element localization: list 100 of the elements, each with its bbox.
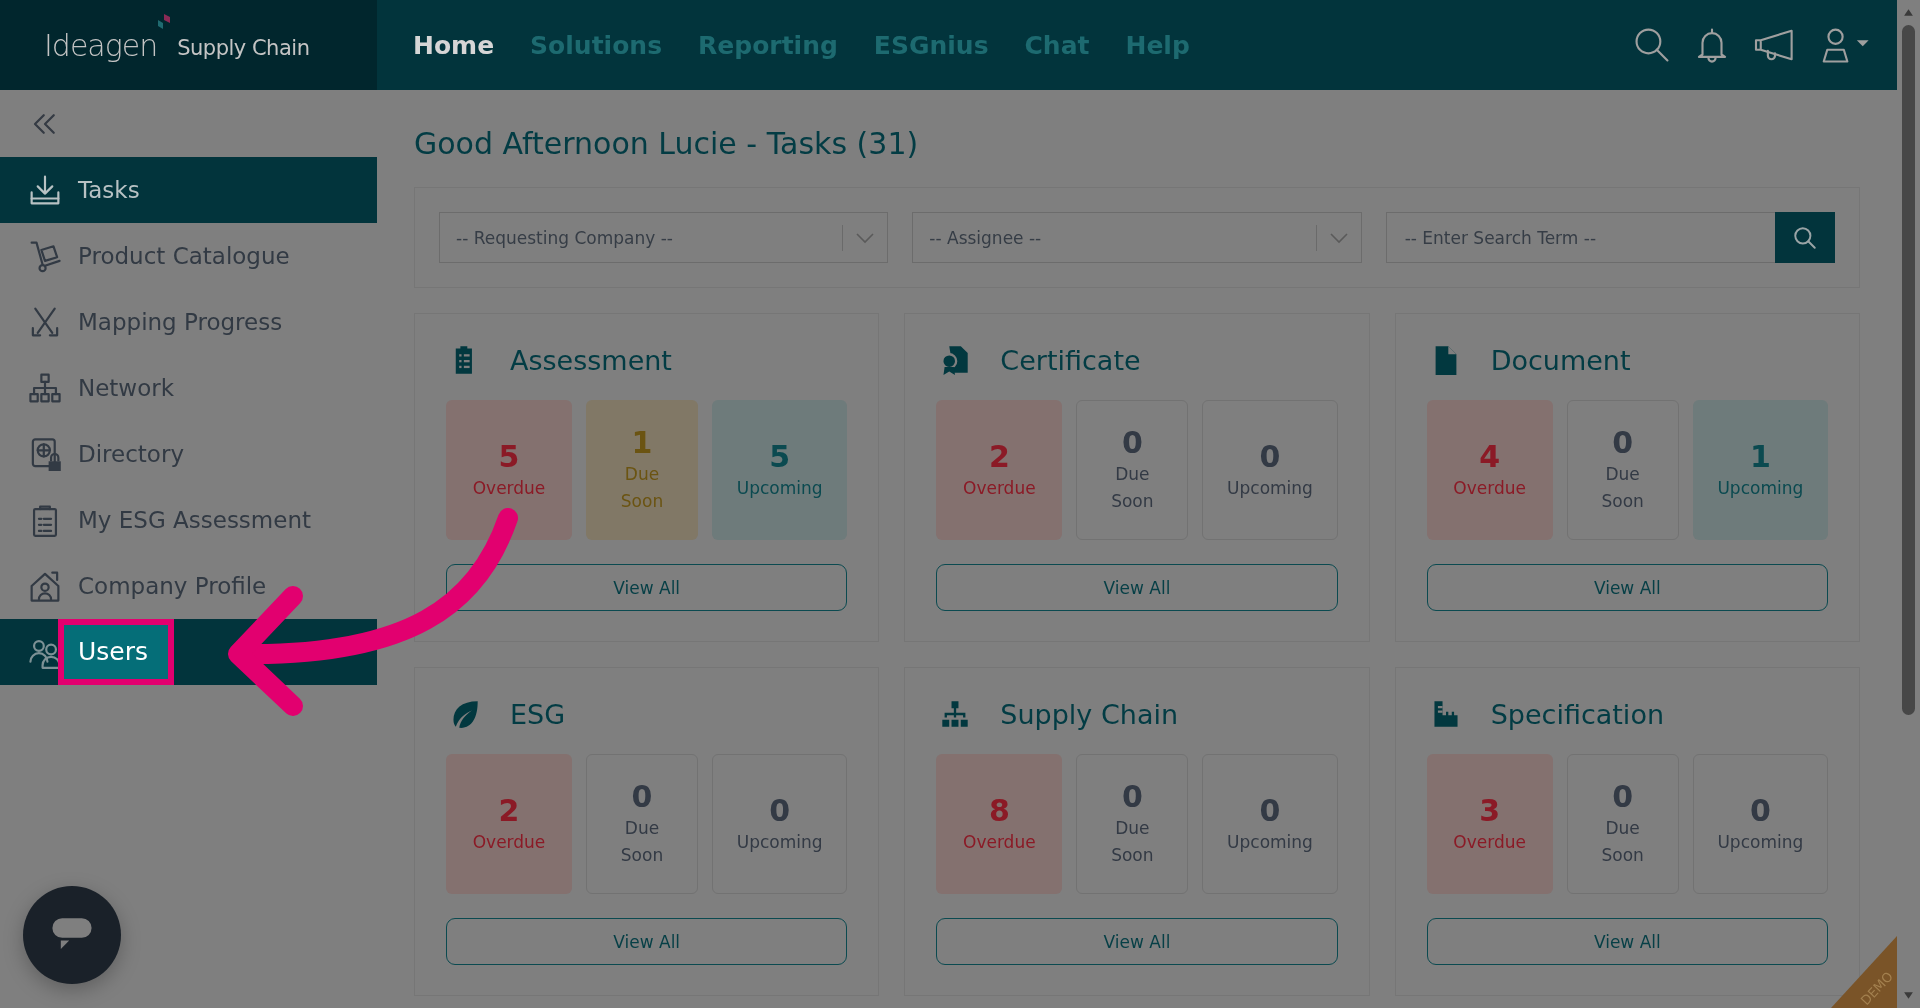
tile-count: 8 (988, 792, 1010, 829)
sidebar-label: Directory (78, 441, 184, 467)
logo-mark-icon (157, 14, 172, 30)
sidebar-item[interactable]: Mapping Progress (0, 289, 377, 355)
tile-label: Upcoming (1717, 830, 1804, 854)
card-title: Document (1490, 344, 1631, 376)
dropdown-value: -- Assignee -- (929, 227, 1043, 248)
tile-count: 1 (631, 425, 653, 461)
view-all-button[interactable]: View All (936, 564, 1338, 611)
tile-label: Overdue (1453, 476, 1526, 500)
tile-count: 0 (1612, 779, 1634, 815)
search-icon (1792, 224, 1818, 251)
dropdown-field[interactable]: -- Requesting Company -- (439, 212, 889, 263)
chevron-down-icon (1328, 231, 1349, 244)
view-all-button[interactable]: View All (936, 918, 1338, 965)
tile-count: 2 (498, 792, 520, 829)
search-field[interactable]: -- Enter Search Term -- (1385, 212, 1775, 263)
search-button[interactable] (1775, 212, 1835, 263)
count-tile[interactable]: 0 Due Soon (1076, 754, 1189, 894)
sidebar-label: Network (78, 375, 175, 401)
sidebar-item[interactable]: My ESG Assessment (0, 487, 377, 553)
tile-label: Overdue (963, 830, 1036, 854)
tile-count: 0 (1121, 425, 1143, 461)
tile-count: 5 (769, 438, 791, 475)
sidebar-label: Product Catalogue (78, 243, 290, 269)
count-tile[interactable]: 5 Overdue (446, 400, 572, 540)
tile-label: Due Soon (1111, 463, 1154, 513)
logo-wordmark[interactable]: Ideagen (44, 27, 158, 63)
chevron-down-icon (855, 231, 876, 244)
count-tile[interactable]: 0 Due Soon (586, 754, 698, 894)
scroll-up-icon[interactable] (1903, 8, 1914, 17)
tile-label: Upcoming (1717, 476, 1804, 500)
sidebar-label: My ESG Assessment (78, 507, 311, 533)
dropdown-value: -- Requesting Company -- (456, 227, 674, 248)
scrollbar-thumb[interactable] (1902, 25, 1915, 715)
scroll-down-icon[interactable] (1903, 991, 1914, 1000)
count-tile[interactable]: 0 Upcoming (1202, 754, 1338, 894)
count-tile[interactable]: 0 Upcoming (712, 754, 848, 894)
tile-label: Overdue (963, 476, 1036, 500)
tile-label: Upcoming (736, 830, 823, 854)
count-tile[interactable]: 5 Upcoming (712, 400, 848, 540)
sidebar-item[interactable]: Network (0, 355, 377, 421)
count-tile[interactable]: 0 Due Soon (1566, 754, 1679, 894)
count-tile[interactable]: 4 Overdue (1426, 400, 1553, 540)
hierarchy-icon (28, 371, 62, 405)
view-all-button[interactable]: View All (1426, 564, 1828, 611)
tile-count: 0 (769, 792, 791, 829)
count-tile[interactable]: 1 Upcoming (1692, 400, 1828, 540)
card-title: ESG (510, 698, 566, 730)
count-tile[interactable]: 8 Overdue (936, 754, 1063, 894)
card-title: Specification (1490, 698, 1664, 730)
count-tile[interactable]: 0 Due Soon (1566, 400, 1679, 540)
sidebar-label: Users (58, 619, 174, 685)
certificate-icon (940, 345, 971, 375)
card-title: Certificate (1000, 344, 1141, 376)
count-tile[interactable]: 3 Overdue (1426, 754, 1553, 894)
tile-label: Due Soon (1111, 817, 1154, 867)
tile-count: 1 (1749, 438, 1771, 475)
sidebar-item[interactable]: Tasks (0, 157, 377, 223)
tile-label: Overdue (472, 476, 546, 500)
tile-count: 0 (1259, 792, 1281, 829)
sidebar-item[interactable]: Company Profile (0, 553, 377, 619)
view-all-button[interactable]: View All (446, 918, 848, 965)
sidebar-label: Company Profile (78, 573, 267, 599)
tile-label: Overdue (472, 830, 546, 854)
tile-count: 0 (1612, 425, 1634, 461)
hierarchy-icon (940, 699, 971, 729)
count-tile[interactable]: 0 Upcoming (1202, 400, 1338, 540)
view-all-button[interactable]: View All (446, 564, 848, 611)
count-tile[interactable]: 1 Due Soon (586, 400, 698, 540)
sidebar-label: Mapping Progress (78, 309, 283, 335)
tile-label: Due Soon (620, 817, 664, 867)
tray-download-icon (28, 173, 62, 207)
card-title: Assessment (510, 344, 672, 376)
count-tile[interactable]: 2 Overdue (446, 754, 572, 894)
page-title: Good Afternoon Lucie - Tasks (31) (414, 126, 920, 161)
card-title: Supply Chain (1000, 698, 1179, 730)
leaf-icon (450, 699, 480, 729)
count-tile[interactable]: 2 Overdue (936, 400, 1063, 540)
tile-label: Upcoming (736, 476, 823, 500)
search-icon[interactable] (1633, 26, 1671, 64)
tile-count: 2 (988, 438, 1010, 475)
tile-count: 0 (1121, 779, 1143, 815)
tile-label: Upcoming (1227, 476, 1313, 500)
sidebar-label: Tasks (78, 177, 140, 203)
view-all-button[interactable]: View All (1426, 918, 1828, 965)
sidebar-item[interactable]: Product Catalogue (0, 223, 377, 289)
count-tile[interactable]: 0 Due Soon (1076, 400, 1189, 540)
dropdown-field[interactable]: -- Assignee -- (912, 212, 1362, 263)
tile-label: Overdue (1453, 830, 1526, 854)
nav-link[interactable]: Home (413, 30, 495, 60)
sidebar-item[interactable]: Directory (0, 421, 377, 487)
tile-count: 4 (1479, 438, 1501, 475)
tile-label: Upcoming (1227, 830, 1313, 854)
tile-count: 0 (631, 779, 653, 815)
tile-count: 0 (1259, 438, 1281, 475)
tile-count: 3 (1479, 792, 1501, 829)
count-tile[interactable]: 0 Upcoming (1692, 754, 1828, 894)
tile-count: 5 (498, 438, 520, 475)
hand-truck-icon (28, 239, 62, 273)
